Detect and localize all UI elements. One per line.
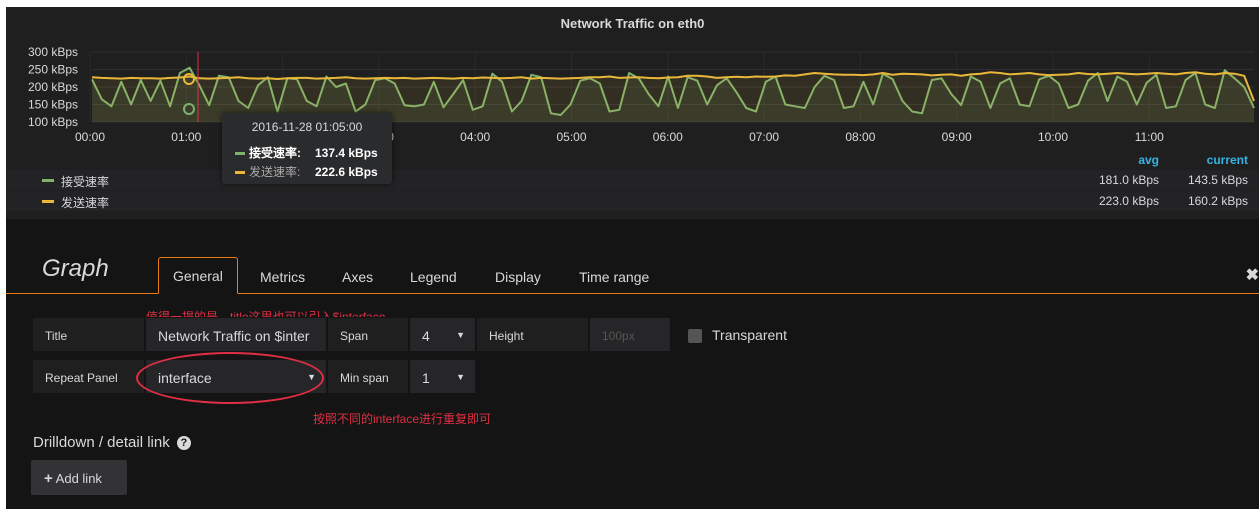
annotation-repeat-note: 按照不同的interface进行重复即可 xyxy=(313,412,492,426)
tooltip-value: 137.4 kBps xyxy=(315,146,378,160)
legend-avg: 181.0 kBps xyxy=(1098,173,1159,187)
y-tick-label: 250 kBps xyxy=(28,63,78,77)
tab-metrics[interactable]: Metrics xyxy=(260,259,305,294)
legend-row[interactable]: 发送速率 223.0 kBps 160.2 kBps xyxy=(6,191,1259,211)
drilldown-heading: Drilldown / detail link ? xyxy=(33,434,191,451)
tooltip-series-name: 接受速率: xyxy=(249,146,301,160)
x-tick-label: 07:00 xyxy=(749,130,779,144)
tab-axes[interactable]: Axes xyxy=(342,259,373,294)
chevron-down-icon: ▼ xyxy=(456,372,465,382)
y-tick-label: 200 kBps xyxy=(28,80,78,94)
x-tick-label: 04:00 xyxy=(460,130,490,144)
editor-title: Graph xyxy=(42,255,109,282)
x-tick-label: 00:00 xyxy=(75,130,105,144)
annotation-ellipse xyxy=(136,352,324,404)
tooltip-value: 222.6 kBps xyxy=(315,165,378,179)
y-tick-label: 300 kBps xyxy=(28,45,78,59)
span-label: Span xyxy=(327,317,409,352)
x-tick-label: 09:00 xyxy=(942,130,972,144)
y-axis-ticks: 300 kBps 250 kBps 200 kBps 150 kBps 100 kBps xyxy=(28,45,78,129)
tooltip-row: 接受速率: 137.4 kBps xyxy=(235,144,378,161)
tooltip-series-name: 发送速率: xyxy=(249,165,301,179)
legend-avg: 223.0 kBps xyxy=(1098,194,1159,208)
min-span-label: Min span xyxy=(327,359,409,394)
repeat-panel-label: Repeat Panel xyxy=(32,359,145,394)
x-tick-label: 06:00 xyxy=(653,130,683,144)
transparent-label[interactable]: Transparent xyxy=(712,327,787,343)
tab-display[interactable]: Display xyxy=(495,259,541,294)
hover-tooltip: 2016-11-28 01:05:00 接受速率: 137.4 kBps 发送速率… xyxy=(222,113,392,184)
y-tick-label: 150 kBps xyxy=(28,98,78,112)
x-tick-label: 05:00 xyxy=(556,130,586,144)
tooltip-swatch xyxy=(235,171,245,175)
legend-swatch[interactable] xyxy=(42,200,54,203)
title-input[interactable]: Network Traffic on $inter xyxy=(145,317,327,352)
chevron-down-icon: ▼ xyxy=(456,330,465,340)
tooltip-time: 2016-11-28 01:05:00 xyxy=(251,120,363,134)
tooltip-row: 发送速率: 222.6 kBps xyxy=(235,163,378,180)
tooltip-swatch xyxy=(235,152,245,156)
span-select[interactable]: 4 ▼ xyxy=(409,317,476,352)
plus-icon: + xyxy=(44,470,53,487)
x-tick-label: 01:00 xyxy=(171,130,201,144)
add-link-label: Add link xyxy=(55,471,102,486)
min-span-value: 1 xyxy=(422,370,430,386)
title-label: Title xyxy=(32,317,145,352)
grafana-editor: Network Traffic on eth0 300 kBps 250 kBps… xyxy=(6,7,1259,509)
legend-series-name[interactable]: 发送速率 xyxy=(61,194,109,211)
add-link-button[interactable]: + Add link xyxy=(31,460,127,495)
span-value: 4 xyxy=(422,328,430,344)
legend-current-header[interactable]: current xyxy=(1207,153,1248,167)
height-input[interactable]: 100px xyxy=(589,317,671,352)
legend-current: 143.5 kBps xyxy=(1187,173,1248,187)
legend-swatch[interactable] xyxy=(42,179,54,182)
tab-time-range[interactable]: Time range xyxy=(579,259,649,294)
graph-panel: Network Traffic on eth0 300 kBps 250 kBps… xyxy=(6,7,1259,219)
tab-general[interactable]: General xyxy=(158,257,238,294)
height-label: Height xyxy=(476,317,589,352)
x-tick-label: 11:00 xyxy=(1135,130,1164,144)
transparent-checkbox[interactable] xyxy=(688,329,702,343)
x-tick-label: 10:00 xyxy=(1038,130,1068,144)
legend-row[interactable]: 接受速率 181.0 kBps 143.5 kBps xyxy=(6,170,1259,190)
legend-current: 160.2 kBps xyxy=(1187,194,1248,208)
legend-avg-header[interactable]: avg xyxy=(1138,153,1159,167)
legend-series-name[interactable]: 接受速率 xyxy=(61,173,109,190)
help-icon[interactable]: ? xyxy=(176,436,191,450)
close-icon[interactable]: ✖ xyxy=(1246,265,1259,285)
min-span-select[interactable]: 1 ▼ xyxy=(409,359,476,394)
y-tick-label: 100 kBps xyxy=(28,115,78,129)
drilldown-label: Drilldown / detail link xyxy=(33,434,170,451)
x-tick-label: 08:00 xyxy=(845,130,875,144)
tab-legend[interactable]: Legend xyxy=(410,259,457,294)
